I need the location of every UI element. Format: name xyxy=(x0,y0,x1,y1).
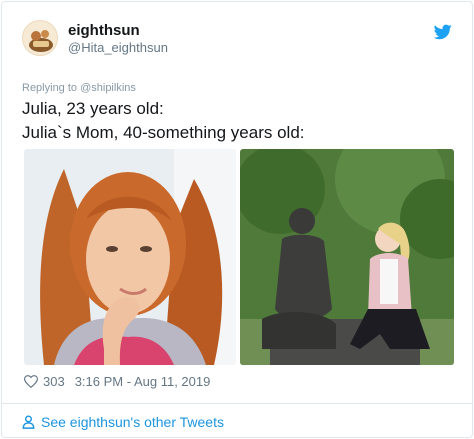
tweet-text-line-2: Julia`s Mom, 40-something years old: xyxy=(22,123,305,142)
person-icon xyxy=(22,414,35,429)
photo-statue[interactable] xyxy=(240,149,454,365)
like-count[interactable]: 303 xyxy=(43,374,65,389)
tweet-text: Julia, 23 years old: Julia`s Mom, 40-som… xyxy=(22,97,305,145)
tweet-media xyxy=(24,149,454,365)
user-names: eighthsun @Hita_eighthsun xyxy=(68,22,168,56)
tweet-meta: 303 3:16 PM - Aug 11, 2019 xyxy=(24,374,210,389)
tweet-text-line-1: Julia, 23 years old: xyxy=(22,99,164,118)
see-other-tweets-link[interactable]: See eighthsun's other Tweets xyxy=(41,414,224,430)
tweet-header: eighthsun @Hita_eighthsun xyxy=(22,20,452,64)
heart-icon[interactable] xyxy=(24,375,38,388)
display-name[interactable]: eighthsun xyxy=(68,22,168,40)
tweet-timestamp[interactable]: 3:16 PM - Aug 11, 2019 xyxy=(75,374,211,389)
avatar[interactable] xyxy=(22,20,58,56)
tweet-footer: See eighthsun's other Tweets xyxy=(2,403,472,437)
replying-to[interactable]: Replying to @shipilkins xyxy=(22,82,136,94)
twitter-bird-icon[interactable] xyxy=(433,24,452,40)
user-handle[interactable]: @Hita_eighthsun xyxy=(68,40,168,56)
photo-selfie[interactable] xyxy=(24,149,236,365)
embedded-tweet-card: eighthsun @Hita_eighthsun Replying to @s… xyxy=(1,1,473,438)
